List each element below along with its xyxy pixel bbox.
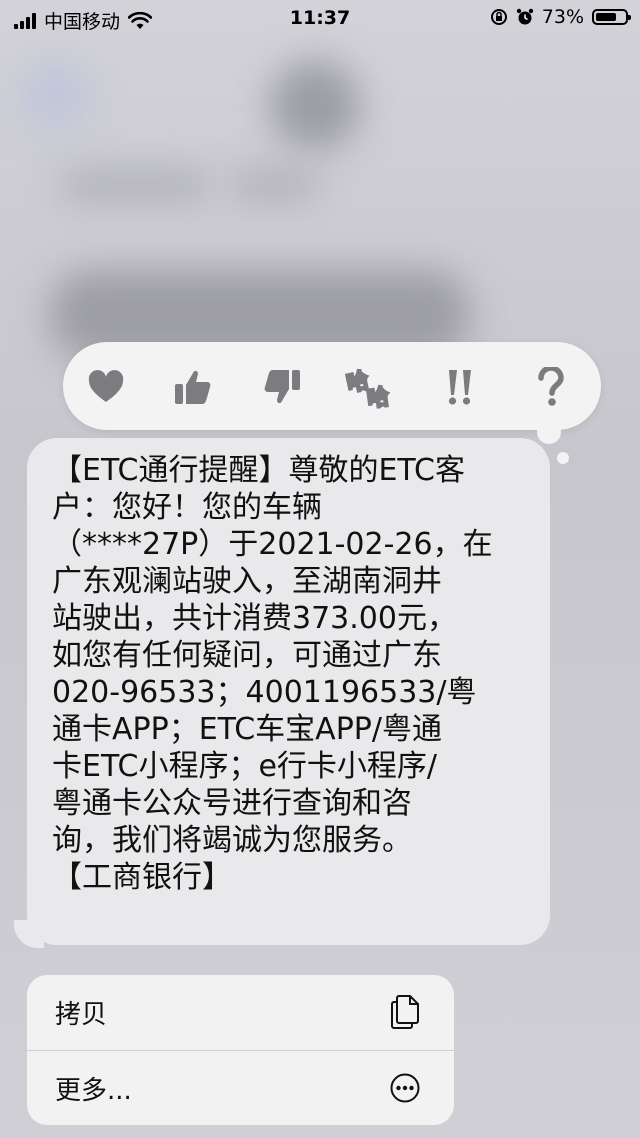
message-line: 卡ETC小程序；e行卡小程序/ xyxy=(52,749,438,784)
context-menu: 拷贝 更多... xyxy=(27,975,454,1125)
blurred-avatar xyxy=(20,60,90,130)
blurred-text xyxy=(60,170,210,200)
double-exclamation-icon[interactable] xyxy=(433,360,487,414)
blurred-avatar xyxy=(270,60,360,150)
more-label: 更多... xyxy=(55,1075,132,1106)
tapback-tail xyxy=(557,452,569,464)
thumbs-up-icon[interactable] xyxy=(166,360,220,414)
message-line: 户：您好！您的车辆 xyxy=(52,490,322,525)
svg-text:哈: 哈 xyxy=(365,384,390,409)
tapback-bar: 哈 哈 xyxy=(63,342,601,430)
message-line: 如您有任何疑问，可通过广东 xyxy=(52,638,442,673)
copy-label: 拷贝 xyxy=(55,999,108,1030)
battery-icon xyxy=(592,9,631,25)
message-line: 【ETC通行提醒】尊敬的ETC客 xyxy=(52,453,465,488)
copy-icon xyxy=(388,995,422,1029)
orientation-lock-icon xyxy=(490,9,507,25)
more-icon xyxy=(388,1071,422,1105)
blurred-text xyxy=(230,170,320,200)
message-line: 粤通卡公众号进行查询和咨 xyxy=(52,786,412,821)
tapback-tail xyxy=(537,420,561,444)
heart-icon[interactable] xyxy=(79,360,133,414)
message-line: 站驶出，共计消费373.00元， xyxy=(52,601,457,636)
battery-percent: 73% xyxy=(541,6,584,28)
message-line: （****27P）于2021-02-26，在 xyxy=(52,527,493,562)
message-line: 【工商银行】 xyxy=(52,860,232,895)
haha-icon[interactable]: 哈 哈 xyxy=(344,360,398,414)
copy-menu-item[interactable]: 拷贝 xyxy=(27,975,454,1049)
message-line: 广东观澜站驶入，至湖南洞井 xyxy=(52,564,442,599)
thumbs-down-icon[interactable] xyxy=(255,360,309,414)
message-text: 【ETC通行提醒】尊敬的ETC客 户：您好！您的车辆 （****27P）于202… xyxy=(52,452,542,896)
status-bar: 中国移动 11:37 73% xyxy=(0,0,640,36)
message-line: 通卡APP；ETC车宝APP/粤通 xyxy=(52,712,442,747)
message-line: 询，我们将竭诚为您服务。 xyxy=(52,823,412,858)
alarm-icon xyxy=(516,8,533,25)
more-menu-item[interactable]: 更多... xyxy=(27,1051,454,1125)
message-line: 020-96533；4001196533/粤 xyxy=(52,675,477,710)
question-icon[interactable] xyxy=(524,360,578,414)
